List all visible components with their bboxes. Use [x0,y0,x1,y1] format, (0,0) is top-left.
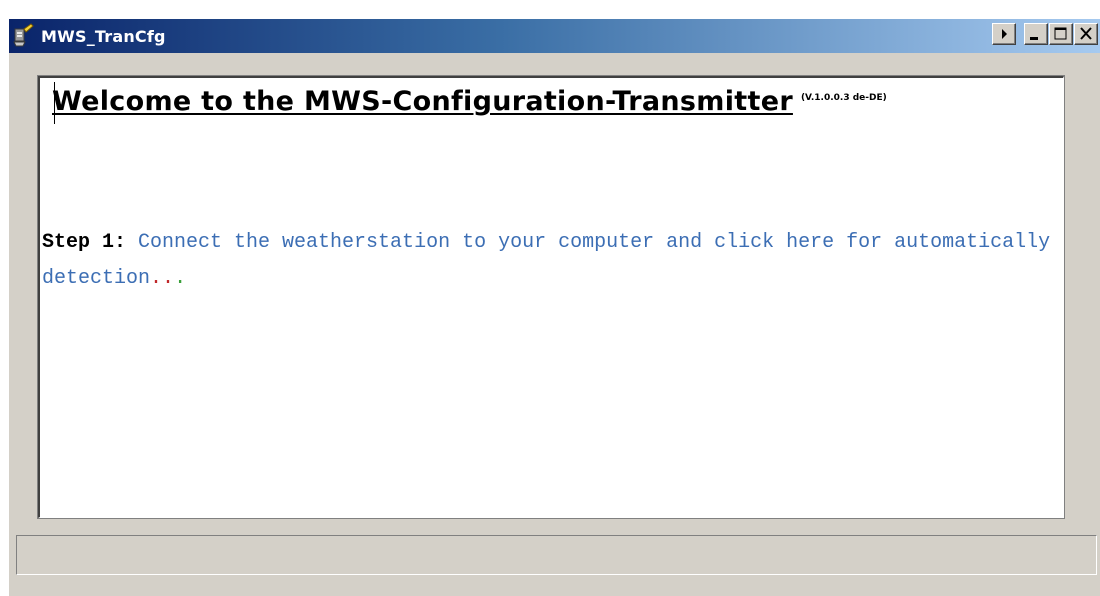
content-panel: Welcome to the MWS-Configuration-Transmi… [37,75,1065,519]
step-text: Connect the weatherstation to your compu… [42,231,1051,290]
dot-green: . [174,267,187,290]
version-label: (V.1.0.0.3 de-DE) [800,93,887,103]
minimize-icon[interactable] [1024,23,1048,45]
close-icon[interactable] [1074,23,1098,45]
dot-red-2: . [162,267,175,290]
title-bar[interactable]: MWS_TranCfg [9,19,1100,53]
app-icon[interactable] [11,23,37,49]
menu-arrow-icon[interactable] [992,23,1016,45]
status-bar [16,535,1097,575]
step-label: Step 1: [42,231,127,254]
maximize-icon[interactable] [1049,23,1073,45]
app-window: MWS_TranCfg Welcome to the MWS-Configura… [8,18,1100,596]
dot-red: . [150,267,163,290]
welcome-heading: Welcome to the MWS-Configuration-Transmi… [52,86,793,117]
step-1-detection-link[interactable]: Step 1: Connect the weatherstation to yo… [42,225,1052,297]
window-title: MWS_TranCfg [41,26,166,46]
heading-row: Welcome to the MWS-Configuration-Transmi… [52,86,887,117]
title-buttons [991,23,1098,45]
